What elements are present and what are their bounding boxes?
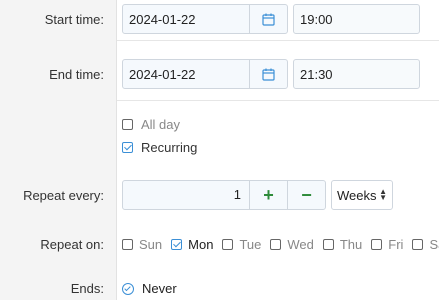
decrement-button[interactable]: − [287,181,325,209]
day-thu[interactable]: Thu [322,237,363,252]
day-label: Sun [139,237,163,252]
all-day-label: All day [141,117,181,132]
ends-label: Ends: [70,281,104,296]
end-time-field[interactable]: 21:30 [293,59,420,89]
start-date-field[interactable]: 2024-01-22 [122,4,288,34]
day-checkbox[interactable] [322,239,334,250]
day-label: Tue [239,237,262,252]
recurring-checkbox[interactable] [122,142,133,153]
calendar-icon [262,68,275,81]
day-checkbox[interactable] [171,239,183,250]
day-label: Mon [188,237,214,252]
end-date-field[interactable]: 2024-01-22 [122,59,288,89]
day-label: Sat [429,237,439,252]
repeat-every-label: Repeat every: [23,188,104,203]
all-day-option[interactable]: All day [122,117,180,132]
divider [117,40,439,41]
day-mon[interactable]: Mon [171,237,213,252]
day-sun[interactable]: Sun [122,237,162,252]
day-label: Thu [339,237,363,252]
start-time-field[interactable]: 19:00 [293,4,420,34]
chevron-up-down-icon: ▲ ▼ [379,187,387,202]
ends-never-option[interactable]: Never [122,281,177,296]
increment-button[interactable]: + [249,181,287,209]
day-sat[interactable]: Sat [412,237,439,252]
day-checkbox[interactable] [412,239,424,250]
start-date-value: 2024-01-22 [129,11,196,27]
repeat-on-days: Sun Mon Tue Wed Thu Fri Sat [122,237,439,252]
calendar-icon [262,13,275,26]
repeat-every-value[interactable]: 1 [123,181,249,209]
start-time-label: Start time: [44,12,104,27]
end-time-label: End time: [49,67,104,82]
repeat-unit-value: Weeks [337,187,377,203]
day-tue[interactable]: Tue [222,237,261,252]
start-time-value: 19:00 [300,11,333,27]
day-checkbox[interactable] [371,239,383,250]
day-label: Wed [287,237,314,252]
repeat-every-stepper[interactable]: 1 + − [122,180,326,210]
day-checkbox[interactable] [222,239,234,250]
day-checkbox[interactable] [122,239,133,250]
repeat-on-label: Repeat on: [40,237,104,252]
start-date-picker-button[interactable] [249,5,287,33]
day-wed[interactable]: Wed [270,237,314,252]
ends-never-label: Never [142,281,177,296]
day-label: Fri [388,237,404,252]
repeat-unit-select[interactable]: Weeks ▲ ▼ [331,180,393,210]
recurring-label: Recurring [141,140,198,155]
check-circle-icon[interactable] [122,282,134,295]
day-checkbox[interactable] [270,239,282,250]
end-date-picker-button[interactable] [249,60,287,88]
day-fri[interactable]: Fri [371,237,403,252]
divider [117,100,439,101]
recurring-option[interactable]: Recurring [122,140,197,155]
end-date-value: 2024-01-22 [129,66,196,82]
end-time-value: 21:30 [300,66,333,82]
label-column [0,0,117,300]
all-day-checkbox[interactable] [122,119,133,130]
